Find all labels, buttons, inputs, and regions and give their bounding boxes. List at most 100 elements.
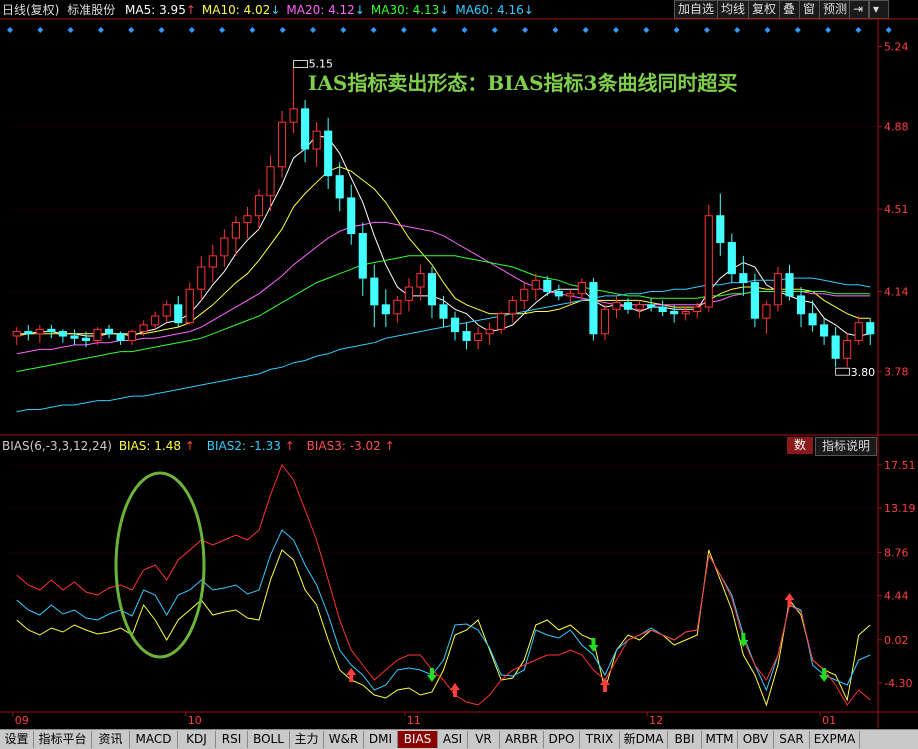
candle-body [35,328,44,335]
candle-body [796,295,806,315]
candle [335,162,344,212]
sell-signal-arrow-icon [819,668,830,682]
tab-kdj[interactable]: KDJ [178,731,216,748]
candle [773,266,783,312]
candle [508,295,517,323]
tab-obv[interactable]: OBV [738,731,774,748]
candle-body [416,273,425,288]
candle [128,329,137,345]
candle-body [808,313,817,326]
candle [347,184,356,245]
candle-body [831,335,840,359]
tab-dmi[interactable]: DMI [364,731,398,748]
candle-body [727,241,736,275]
price-tick-label: 4.88 [884,121,909,134]
candle [866,318,875,345]
tab-bias[interactable]: BIAS [398,731,438,748]
candle [589,278,598,341]
candle [704,204,713,312]
candle [554,284,563,301]
bias-tick-label: 4.44 [884,590,909,603]
tab-sar[interactable]: SAR [774,731,810,748]
tab-indicator-explain[interactable]: 指标说明 [815,437,877,456]
candle-body [93,328,102,341]
candle-body [47,328,56,333]
bias1-value: 1.48 [154,439,182,453]
candle-body [450,317,460,333]
candle-body [647,304,656,308]
candle-body [151,315,160,326]
candle-body [197,266,206,290]
candle-body [474,333,483,341]
candle-body [335,175,344,199]
candle-body [404,286,413,301]
candle [739,255,748,296]
candle-body [381,304,390,315]
candle [231,215,240,256]
candle [243,206,252,239]
tab-boll[interactable]: BOLL [248,731,290,748]
bias1-arrow: ↑ [184,439,195,453]
tab-vr[interactable]: VR [468,731,500,748]
price-tick-label: 3.78 [884,366,909,379]
tab--[interactable]: 资讯 [92,731,130,748]
tab-arbr[interactable]: ARBR [500,731,544,748]
candle-body [70,335,79,339]
marker-diamond [552,27,559,33]
tab--[interactable]: 指标平台 [34,731,92,748]
candle [254,189,264,230]
marker-diamond [128,27,135,33]
marker-diamond [97,27,104,33]
candle-body [24,331,33,335]
bias-tick-label: 13.19 [884,502,916,515]
marker-diamond [885,27,892,33]
candle-body [12,331,21,337]
bias2-value: -1.33 [249,439,281,453]
candle-body [854,322,863,341]
candle [58,329,67,343]
tab--[interactable]: 设置 [0,731,34,748]
tab-dpo[interactable]: DPO [544,731,580,748]
tab-macd[interactable]: MACD [130,731,178,748]
buy-signal-arrow-icon [346,668,357,682]
candle [497,311,506,334]
marker-diamond [340,27,347,33]
tab-trix[interactable]: TRIX [580,731,620,748]
candle [393,295,402,323]
candle [635,300,644,319]
candle [151,311,160,330]
marker-diamond [855,27,862,33]
candle [854,315,863,345]
bias1-label: BIAS: [118,439,151,453]
x-tick-label: 12 [649,714,663,727]
tab--[interactable]: 主力 [290,731,324,748]
candle [462,322,471,350]
candle [185,282,194,325]
stock-chart-window: 日线(复权) 标准股份 MA5: 3.95↑ MA10: 4.02↓ MA20: 4… [0,0,918,749]
candle-body [312,130,321,150]
tab-bbi[interactable]: BBI [668,731,702,748]
candle-body [324,130,333,177]
candle [301,99,310,163]
candle-body [623,302,633,310]
tab-asi[interactable]: ASI [438,731,468,748]
candle-body [693,306,702,313]
tab-w-r[interactable]: W&R [324,731,364,748]
candle-body [820,324,829,337]
candle [750,273,759,328]
tab-shu[interactable]: 数 [787,437,813,454]
candle-body [785,273,794,297]
tab--dma[interactable]: 新DMA [620,731,668,748]
candle-body [370,277,379,306]
candle [416,264,425,301]
marker-diamond [67,27,74,33]
tab-rsi[interactable]: RSI [216,731,248,748]
tab-expma[interactable]: EXPMA [810,731,860,748]
candle [220,229,229,267]
bias3-label: BIAS3: [306,439,346,453]
candle-body [612,302,621,310]
candle [727,233,736,283]
candle [831,327,840,368]
tab-mtm[interactable]: MTM [702,731,738,748]
x-tick-label: 11 [407,714,421,727]
